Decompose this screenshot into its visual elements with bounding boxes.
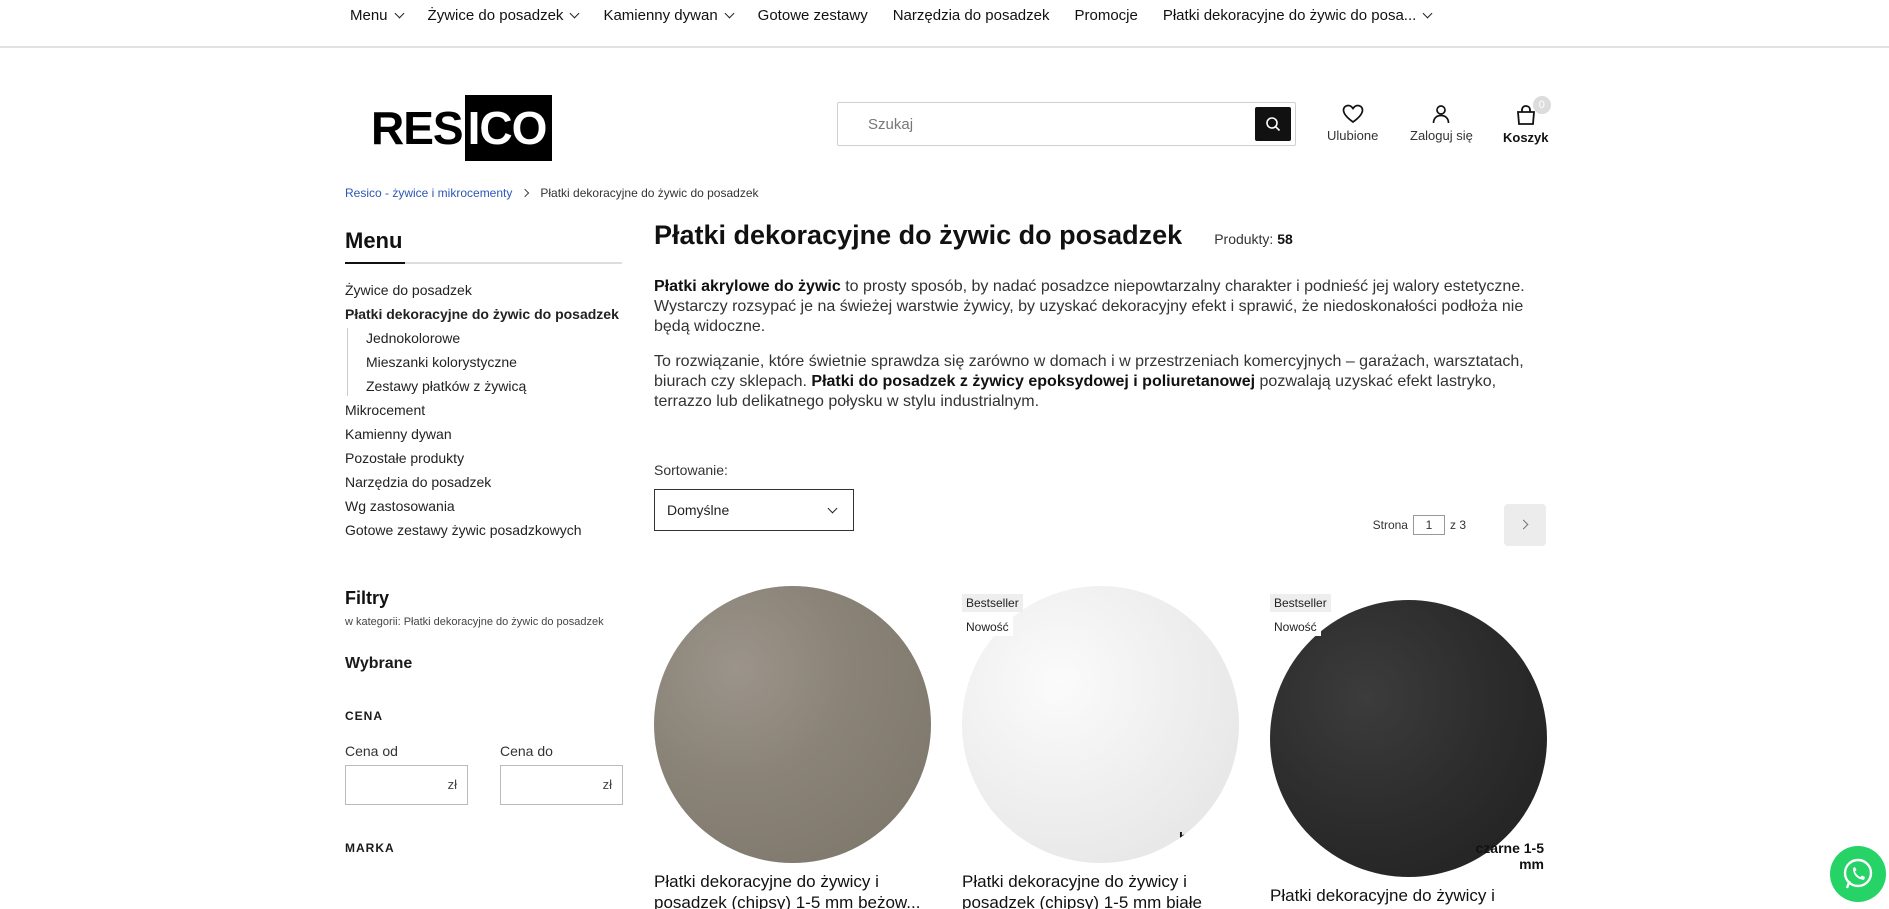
nav-item-zywice[interactable]: Żywice do posadzek [428, 5, 580, 25]
sidebar-item-kamienny-dywan[interactable]: Kamienny dywan [345, 424, 622, 444]
filters-title: Filtry [345, 588, 390, 608]
price-from-input[interactable]: zł [345, 765, 468, 805]
product-image[interactable]: beżowo grafitowy 1-5 mm [654, 586, 931, 863]
whatsapp-icon [1843, 858, 1873, 889]
product-card[interactable]: Bestseller Nowość czarne 1-5 mm Płatki d… [1270, 586, 1547, 906]
currency-label: zł [447, 777, 457, 792]
product-card[interactable]: Bestseller Nowość białe 1-5 mm Płatki de… [962, 586, 1239, 909]
bestseller-badge: Bestseller [962, 594, 1023, 612]
chevron-down-icon [569, 8, 580, 18]
breadcrumb-current: Płatki dekoracyjne do żywic do posadzek [540, 186, 759, 200]
product-title[interactable]: Płatki dekoracyjne do żywicy i posadzek … [962, 871, 1239, 909]
page-title: Płatki dekoracyjne do żywic do posadzek [654, 220, 1183, 250]
chevron-down-icon [827, 503, 838, 514]
price-to-label: Cena do [500, 743, 553, 759]
product-title[interactable]: Płatki dekoracyjne do żywicy i posadzek … [654, 871, 931, 909]
search-input[interactable] [868, 113, 1248, 135]
new-badge: Nowość [1270, 618, 1321, 636]
chevron-down-icon [1422, 8, 1433, 18]
search-button[interactable] [1255, 107, 1291, 141]
next-page-button[interactable] [1504, 504, 1546, 546]
login-link[interactable]: Zaloguj się [1410, 104, 1473, 143]
price-from-label: Cena od [345, 743, 398, 759]
sidebar-item-narzedzia[interactable]: Narzędzia do posadzek [345, 472, 622, 492]
nav-item-platki[interactable]: Płatki dekoracyjne do żywic do posa... [1163, 5, 1433, 25]
product-card[interactable]: beżowo grafitowy 1-5 mm Płatki dekoracyj… [654, 586, 931, 909]
sidebar-title: Menu [345, 228, 403, 253]
pagination: Strona 1 z 3 [1373, 504, 1546, 546]
chevron-right-icon [521, 188, 530, 198]
description-paragraph-1: Płatki akrylowe do żywic to prosty sposó… [654, 278, 1525, 335]
nav-item-gotowe-zestawy[interactable]: Gotowe zestawy [758, 5, 868, 25]
product-image[interactable] [1270, 600, 1547, 877]
nav-item-promocje[interactable]: Promocje [1074, 5, 1137, 25]
sidebar-item-pozostale[interactable]: Pozostałe produkty [345, 448, 622, 468]
brand-filter-heading: MARKA [345, 841, 395, 855]
price-filter-heading: CENA [345, 709, 384, 723]
nav-item-menu[interactable]: Menu [350, 5, 404, 25]
search-icon [1266, 117, 1281, 132]
user-icon [1433, 105, 1450, 124]
product-image-label: czarne 1-5 mm [1475, 840, 1544, 873]
sidebar-divider [345, 262, 622, 264]
description-paragraph-2: To rozwiązanie, które świetnie sprawdza … [654, 353, 1524, 410]
sort-dropdown[interactable]: Domyślne [654, 489, 854, 531]
product-title[interactable]: Płatki dekoracyjne do żywicy i [1270, 885, 1547, 906]
top-navigation: Menu Żywice do posadzek Kamienny dywan G… [0, 0, 1889, 48]
heart-icon [1342, 104, 1364, 124]
sort-label: Sortowanie: [654, 462, 728, 478]
new-badge: Nowość [962, 618, 1013, 636]
bestseller-badge: Bestseller [1270, 594, 1331, 612]
product-image-label: białe 1-5 mm [1178, 828, 1235, 861]
sidebar-item-mikrocement[interactable]: Mikrocement [345, 400, 622, 420]
sidebar-item-gotowe-zestawy[interactable]: Gotowe zestawy żywic posadzkowych [345, 520, 622, 540]
cart-link[interactable]: 0 Koszyk [1503, 96, 1551, 145]
chevron-down-icon [724, 8, 735, 18]
category-description: Płatki akrylowe do żywic to prosty sposó… [654, 277, 1546, 412]
sidebar-item-platki[interactable]: Płatki dekoracyjne do żywic do posadzek [345, 304, 622, 324]
product-image-label: beżowo grafitowy 1-5 mm [870, 826, 927, 861]
sidebar-subitem-jednokolorowe[interactable]: Jednokolorowe [366, 328, 622, 348]
whatsapp-button[interactable] [1830, 846, 1886, 902]
breadcrumb: Resico - żywice i mikrocementy Płatki de… [345, 186, 759, 200]
sidebar-menu: Menu Żywice do posadzek Płatki dekoracyj… [345, 228, 622, 544]
page-number-input[interactable]: 1 [1412, 515, 1445, 535]
category-content: Płatki dekoracyjne do żywic do posadzek … [654, 220, 1546, 427]
chevron-down-icon [394, 8, 404, 18]
nav-item-kamienny-dywan[interactable]: Kamienny dywan [603, 5, 735, 25]
favorites-link[interactable]: Ulubione [1327, 104, 1378, 143]
sidebar-subitem-mieszanki[interactable]: Mieszanki kolorystyczne [366, 352, 622, 372]
selected-filters-heading: Wybrane [345, 655, 413, 672]
sidebar-item-wg-zastosowania[interactable]: Wg zastosowania [345, 496, 622, 516]
resico-logo[interactable]: RES ICO [371, 95, 553, 161]
filters-panel: Filtry w kategorii: Płatki dekoracyjne d… [345, 588, 623, 855]
filters-context: w kategorii: Płatki dekoracyjne do żywic… [345, 616, 604, 628]
product-count: Produkty: 58 [1214, 231, 1293, 247]
nav-item-narzedzia[interactable]: Narzędzia do posadzek [893, 5, 1050, 25]
sidebar-item-zywice[interactable]: Żywice do posadzek [345, 280, 622, 300]
sidebar-subitem-zestawy[interactable]: Zestawy płatków z żywicą [366, 376, 622, 396]
cart-count-badge: 0 [1532, 96, 1551, 114]
price-to-input[interactable]: zł [500, 765, 623, 805]
breadcrumb-home-link[interactable]: Resico - żywice i mikrocementy [345, 186, 512, 200]
currency-label: zł [602, 777, 612, 792]
search-bar [837, 102, 1296, 146]
